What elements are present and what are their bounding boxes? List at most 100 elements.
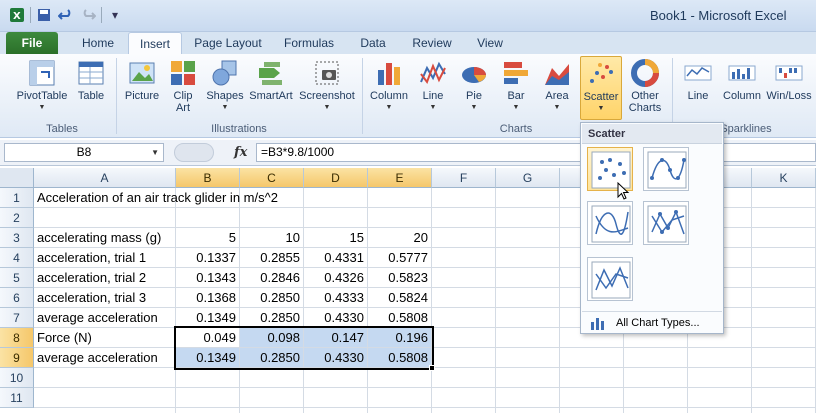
pivottable-button[interactable]: PivotTable ▼	[12, 58, 72, 114]
cell-e3[interactable]: 20	[368, 228, 432, 248]
cell-a6[interactable]: acceleration, trial 3	[34, 288, 176, 308]
cell-e6[interactable]: 0.5824	[368, 288, 432, 308]
cell-d3[interactable]: 15	[304, 228, 368, 248]
tab-insert[interactable]: Insert	[128, 32, 182, 54]
formula-input[interactable]: =B3*9.8/1000	[256, 143, 816, 162]
undo-icon[interactable]	[57, 6, 75, 24]
cell-a7[interactable]: average acceleration	[34, 308, 176, 328]
sparkline-line-button[interactable]: Line	[676, 58, 720, 102]
smartart-button[interactable]: SmartArt	[248, 58, 294, 102]
column-header-a[interactable]: A	[34, 168, 176, 188]
other-charts-button[interactable]: Other Charts	[624, 58, 666, 114]
row-header-9[interactable]: 9	[0, 348, 34, 368]
cell-a3[interactable]: accelerating mass (g)	[34, 228, 176, 248]
tab-page-layout[interactable]: Page Layout	[188, 32, 268, 54]
column-header-b[interactable]: B	[176, 168, 240, 188]
cell-b3[interactable]: 5	[176, 228, 240, 248]
row-header-1[interactable]: 1	[0, 188, 34, 208]
chevron-down-icon: ▼	[429, 104, 437, 111]
all-chart-types-menu-item[interactable]: All Chart Types...	[582, 311, 722, 333]
formula-bar-splitter[interactable]	[174, 143, 214, 162]
tab-view[interactable]: View	[466, 32, 514, 54]
row-header-5[interactable]: 5	[0, 268, 34, 288]
cell-d9[interactable]: 0.4330	[304, 348, 368, 368]
tab-review[interactable]: Review	[402, 32, 462, 54]
cell-e4[interactable]: 0.5777	[368, 248, 432, 268]
row-header-6[interactable]: 6	[0, 288, 34, 308]
cell-c9[interactable]: 0.2850	[240, 348, 304, 368]
cell-b8-active[interactable]: 0.049	[176, 328, 240, 348]
chevron-down-icon[interactable]: ▼	[151, 144, 159, 161]
cell-e9[interactable]: 0.5808	[368, 348, 432, 368]
scatter-smooth-lines-markers-option[interactable]	[643, 147, 689, 191]
cell-a1[interactable]: Acceleration of an air track glider in m…	[34, 188, 278, 208]
column-chart-icon	[374, 58, 404, 88]
select-all-corner[interactable]	[0, 168, 34, 188]
cell-c6[interactable]: 0.2850	[240, 288, 304, 308]
row-header-10[interactable]: 10	[0, 368, 34, 388]
cell-b7[interactable]: 0.1349	[176, 308, 240, 328]
cell-b4[interactable]: 0.1337	[176, 248, 240, 268]
column-header-c[interactable]: C	[240, 168, 304, 188]
cell-e5[interactable]: 0.5823	[368, 268, 432, 288]
tab-data[interactable]: Data	[350, 32, 396, 54]
column-header-k[interactable]: K	[752, 168, 816, 188]
chevron-down-icon: ▼	[221, 104, 229, 111]
cell-e8[interactable]: 0.196	[368, 328, 432, 348]
clip-art-button[interactable]: Clip Art	[166, 58, 200, 114]
insert-function-icon[interactable]: fx	[234, 145, 247, 160]
row-header-4[interactable]: 4	[0, 248, 34, 268]
screenshot-button[interactable]: Screenshot ▼	[296, 58, 358, 114]
cell-e7[interactable]: 0.5808	[368, 308, 432, 328]
column-header-e[interactable]: E	[368, 168, 432, 188]
cell-c5[interactable]: 0.2846	[240, 268, 304, 288]
cell-b5[interactable]: 0.1343	[176, 268, 240, 288]
cell-d7[interactable]: 0.4330	[304, 308, 368, 328]
line-chart-button[interactable]: Line ▼	[414, 58, 452, 114]
scatter-straight-lines-option[interactable]	[587, 257, 633, 301]
column-header-g[interactable]: G	[496, 168, 560, 188]
sparkline-column-button[interactable]: Column	[720, 58, 764, 102]
picture-button[interactable]: Picture	[120, 58, 164, 102]
scatter-straight-lines-markers-option[interactable]	[643, 201, 689, 245]
cell-c4[interactable]: 0.2855	[240, 248, 304, 268]
area-chart-button[interactable]: Area ▼	[538, 58, 576, 114]
bar-chart-button[interactable]: Bar ▼	[498, 58, 534, 114]
save-icon[interactable]	[35, 6, 53, 24]
cell-a9[interactable]: average acceleration	[34, 348, 176, 368]
column-header-f[interactable]: F	[432, 168, 496, 188]
fill-handle[interactable]	[429, 365, 435, 371]
customize-qat-icon[interactable]: ▾	[106, 6, 124, 24]
sparkline-winloss-button[interactable]: Win/Loss	[764, 58, 814, 102]
cell-a8[interactable]: Force (N)	[34, 328, 176, 348]
column-chart-button[interactable]: Column ▼	[366, 58, 412, 114]
pie-chart-button[interactable]: Pie ▼	[456, 58, 492, 114]
cell-d5[interactable]: 0.4326	[304, 268, 368, 288]
cell-c3[interactable]: 10	[240, 228, 304, 248]
row-header-7[interactable]: 7	[0, 308, 34, 328]
table-button[interactable]: Table	[72, 58, 110, 102]
cell-c7[interactable]: 0.2850	[240, 308, 304, 328]
smartart-label: SmartArt	[249, 90, 293, 102]
cell-c8[interactable]: 0.098	[240, 328, 304, 348]
cell-a4[interactable]: acceleration, trial 1	[34, 248, 176, 268]
shapes-button[interactable]: Shapes ▼	[204, 58, 246, 114]
tab-home[interactable]: Home	[70, 32, 126, 54]
cell-d6[interactable]: 0.4333	[304, 288, 368, 308]
tab-file[interactable]: File	[6, 32, 58, 54]
cell-b9[interactable]: 0.1349	[176, 348, 240, 368]
redo-icon[interactable]	[79, 6, 97, 24]
cell-b6[interactable]: 0.1368	[176, 288, 240, 308]
cell-a5[interactable]: acceleration, trial 2	[34, 268, 176, 288]
row-header-3[interactable]: 3	[0, 228, 34, 248]
row-header-8[interactable]: 8	[0, 328, 34, 348]
cell-d8[interactable]: 0.147	[304, 328, 368, 348]
scatter-chart-button[interactable]: Scatter ▼	[580, 56, 622, 120]
name-box[interactable]: B8 ▼	[4, 143, 164, 162]
tab-formulas[interactable]: Formulas	[274, 32, 344, 54]
row-header-11[interactable]: 11	[0, 388, 34, 408]
column-header-d[interactable]: D	[304, 168, 368, 188]
scatter-smooth-lines-option[interactable]	[587, 201, 633, 245]
cell-d4[interactable]: 0.4331	[304, 248, 368, 268]
row-header-2[interactable]: 2	[0, 208, 34, 228]
